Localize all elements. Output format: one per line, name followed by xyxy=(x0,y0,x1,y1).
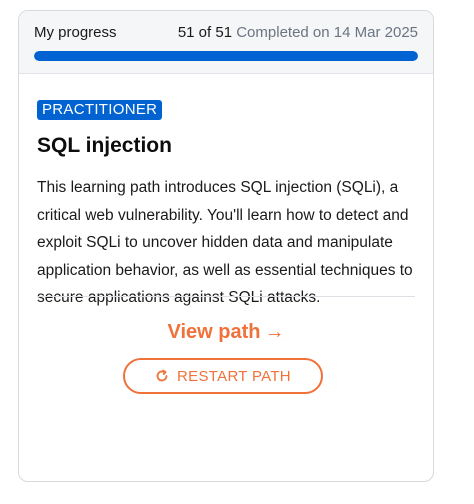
restart-icon xyxy=(155,369,169,383)
progress-label: My progress xyxy=(34,24,117,41)
progress-summary: 51 of 51 Completed on 14 Mar 2025 xyxy=(178,23,418,43)
view-path-label: View path xyxy=(167,321,261,343)
restart-path-button[interactable]: RESTART PATH xyxy=(123,358,323,394)
level-badge: PRACTITIONER xyxy=(37,100,163,120)
progress-bar-fill xyxy=(34,51,418,61)
restart-path-label: RESTART PATH xyxy=(177,367,291,385)
progress-row: My progress 51 of 51 Completed on 14 Mar… xyxy=(34,23,418,43)
path-description: This learning path introduces SQL inject… xyxy=(37,179,413,306)
progress-status: Completed on 14 Mar 2025 xyxy=(236,24,418,41)
progress-count: 51 of 51 xyxy=(177,24,233,41)
progress-header: My progress 51 of 51 Completed on 14 Mar… xyxy=(19,11,433,74)
path-title: SQL injection xyxy=(37,134,172,157)
divider xyxy=(37,296,415,297)
learning-path-card: My progress 51 of 51 Completed on 14 Mar… xyxy=(18,10,434,482)
arrow-right-icon: → xyxy=(264,321,285,343)
view-path-link[interactable]: View path → xyxy=(19,319,433,345)
progress-bar xyxy=(34,51,418,61)
